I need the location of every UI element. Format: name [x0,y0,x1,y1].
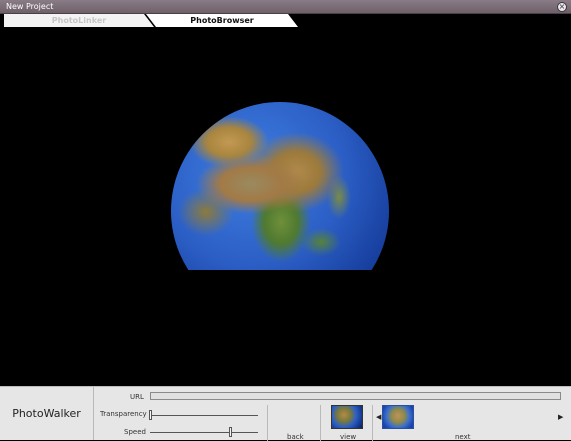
tab-photobrowser[interactable]: PhotoBrowser [146,14,298,27]
view-thumbnail[interactable] [331,405,363,429]
close-icon: × [558,2,566,11]
prev-arrow-icon[interactable]: ◀ [376,413,381,421]
speed-slider-track[interactable] [150,432,258,433]
window-title: New Project [6,2,54,11]
globe-image [171,102,401,270]
transparency-slider-thumb[interactable] [149,410,152,420]
next-thumbnail[interactable] [382,405,414,429]
title-bar: New Project × [0,0,571,14]
divider [267,405,268,441]
url-field[interactable] [150,392,561,400]
photo-viewport [4,27,567,385]
tab-photolinker[interactable]: PhotoLinker [4,14,154,27]
divider [372,405,373,441]
control-panel: PhotoWalker URL Transparency Speed back … [0,386,571,441]
speed-label: Speed [124,428,146,436]
globe-asia-icon [171,102,389,270]
tab-bar: PhotoLinker PhotoBrowser [0,14,571,27]
brand-logo: PhotoWalker [0,387,94,440]
next-arrow-icon[interactable]: ▶ [558,413,563,421]
close-button[interactable]: × [557,2,567,12]
divider [320,405,321,441]
speed-slider-thumb[interactable] [229,427,232,437]
transparency-label: Transparency [100,410,147,418]
url-label: URL [130,393,144,401]
transparency-slider-track[interactable] [150,415,258,416]
